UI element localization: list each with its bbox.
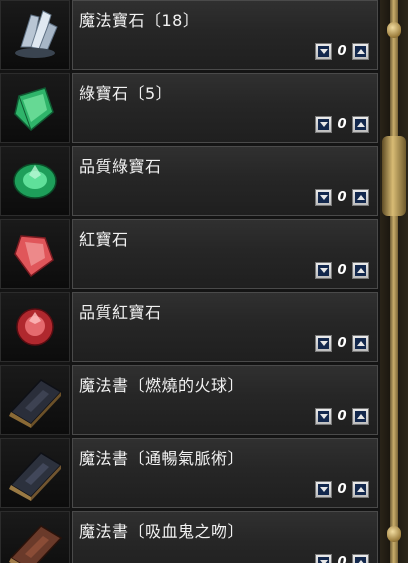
list-item[interactable]: 紅寶石 0 [0, 219, 380, 290]
arrow-down-icon [319, 195, 328, 200]
quantity-value: 0 [337, 117, 347, 132]
quality-ruby-icon [16, 308, 54, 346]
quantity-stepper[interactable]: 0 [315, 189, 369, 206]
arrow-down-icon [319, 487, 328, 492]
list-item[interactable]: 品質綠寶石 0 [0, 146, 380, 217]
arrow-down-icon [319, 341, 328, 346]
item-panel: 紅寶石 0 [72, 219, 378, 289]
arrow-up-icon [356, 414, 365, 419]
quantity-value: 0 [337, 190, 347, 205]
increase-button[interactable] [352, 43, 369, 60]
scrollbar[interactable] [380, 0, 408, 563]
spellbook-icon [9, 379, 63, 428]
quantity-stepper[interactable]: 0 [315, 262, 369, 279]
quantity-stepper[interactable]: 0 [315, 481, 369, 498]
increase-button[interactable] [352, 335, 369, 352]
arrow-up-icon [356, 49, 365, 54]
list-item[interactable]: 魔法寶石〔18〕 0 [0, 0, 380, 71]
decrease-button[interactable] [315, 481, 332, 498]
decrease-button[interactable] [315, 554, 332, 563]
item-panel: 綠寶石〔5〕 0 [72, 73, 378, 143]
arrow-down-icon [319, 414, 328, 419]
item-list: 魔法寶石〔18〕 0 綠寶石〔5〕 0 品質綠寶石 0 紅寶石 0 品質紅寶石 … [0, 0, 380, 563]
arrow-down-icon [319, 49, 328, 54]
increase-button[interactable] [352, 408, 369, 425]
item-panel: 品質綠寶石 0 [72, 146, 378, 216]
spellbook-icon [9, 452, 63, 501]
arrow-up-icon [356, 122, 365, 127]
decrease-button[interactable] [315, 262, 332, 279]
decrease-button[interactable] [315, 116, 332, 133]
spellbook-icon [9, 525, 63, 563]
item-slot[interactable] [0, 219, 70, 289]
item-panel: 魔法寶石〔18〕 0 [72, 0, 378, 70]
item-slot[interactable] [0, 73, 70, 143]
scrollbar-rail [390, 0, 398, 563]
item-panel: 魔法書〔燃燒的火球〕 0 [72, 365, 378, 435]
scroll-knob-icon [387, 526, 401, 542]
item-slot[interactable] [0, 146, 70, 216]
item-name: 品質紅寶石 [79, 303, 162, 322]
list-item[interactable]: 品質紅寶石 0 [0, 292, 380, 363]
quantity-value: 0 [337, 482, 347, 497]
item-slot[interactable] [0, 0, 70, 70]
quantity-value: 0 [337, 44, 347, 59]
arrow-down-icon [319, 122, 328, 127]
item-panel: 品質紅寶石 0 [72, 292, 378, 362]
item-name: 魔法寶石〔18〕 [79, 11, 200, 30]
increase-button[interactable] [352, 262, 369, 279]
increase-button[interactable] [352, 554, 369, 563]
list-item[interactable]: 綠寶石〔5〕 0 [0, 73, 380, 144]
increase-button[interactable] [352, 116, 369, 133]
item-name: 紅寶石 [79, 230, 129, 249]
increase-button[interactable] [352, 481, 369, 498]
quantity-stepper[interactable]: 0 [315, 408, 369, 425]
item-name: 品質綠寶石 [79, 157, 162, 176]
quantity-value: 0 [337, 336, 347, 351]
item-slot[interactable] [0, 438, 70, 508]
scroll-knob-icon [387, 22, 401, 38]
item-name: 魔法書〔吸血鬼之吻〕 [79, 522, 245, 541]
decrease-button[interactable] [315, 335, 332, 352]
item-name: 魔法書〔燃燒的火球〕 [79, 376, 245, 395]
increase-button[interactable] [352, 189, 369, 206]
quality-emerald-icon [13, 163, 57, 199]
emerald-icon [14, 87, 54, 132]
arrow-up-icon [356, 341, 365, 346]
item-slot[interactable] [0, 365, 70, 435]
decrease-button[interactable] [315, 189, 332, 206]
item-name: 魔法書〔通暢氣脈術〕 [79, 449, 245, 468]
item-name: 綠寶石〔5〕 [79, 84, 173, 103]
item-panel: 魔法書〔通暢氣脈術〕 0 [72, 438, 378, 508]
arrow-up-icon [356, 195, 365, 200]
item-slot[interactable] [0, 511, 70, 563]
arrow-down-icon [319, 268, 328, 273]
arrow-up-icon [356, 487, 365, 492]
quantity-stepper[interactable]: 0 [315, 116, 369, 133]
quantity-value: 0 [337, 555, 347, 563]
decrease-button[interactable] [315, 408, 332, 425]
scrollbar-thumb[interactable] [382, 136, 406, 216]
decrease-button[interactable] [315, 43, 332, 60]
list-item[interactable]: 魔法書〔通暢氣脈術〕 0 [0, 438, 380, 509]
arrow-up-icon [356, 268, 365, 273]
list-item[interactable]: 魔法書〔吸血鬼之吻〕 0 [0, 511, 380, 563]
list-item[interactable]: 魔法書〔燃燒的火球〕 0 [0, 365, 380, 436]
quantity-value: 0 [337, 263, 347, 278]
magic-gem-icon [15, 10, 58, 58]
quantity-stepper[interactable]: 0 [315, 43, 369, 60]
item-slot[interactable] [0, 292, 70, 362]
quantity-stepper[interactable]: 0 [315, 554, 369, 563]
quantity-value: 0 [337, 409, 347, 424]
quantity-stepper[interactable]: 0 [315, 335, 369, 352]
ruby-icon [14, 235, 54, 278]
item-panel: 魔法書〔吸血鬼之吻〕 0 [72, 511, 378, 563]
